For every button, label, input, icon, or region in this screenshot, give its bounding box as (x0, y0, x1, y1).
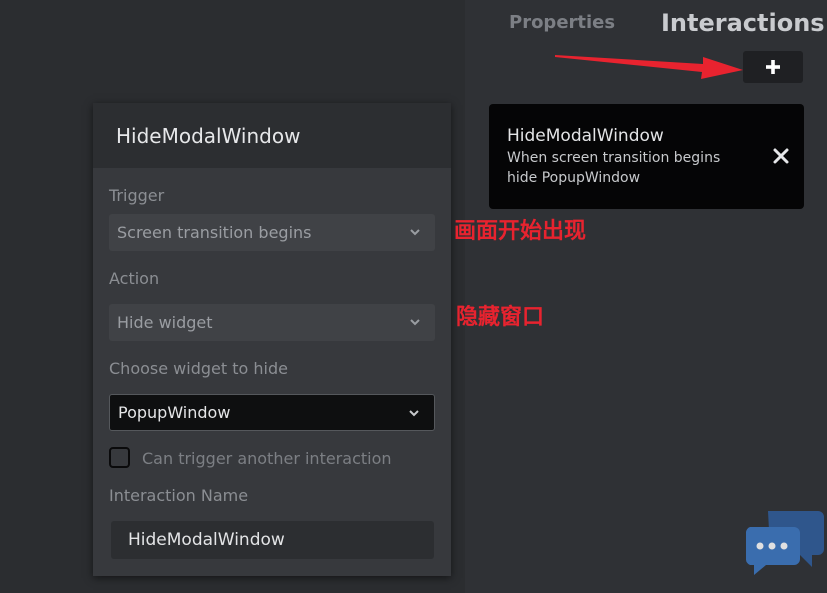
interaction-editor-panel: HideModalWindow Trigger Screen transitio… (93, 103, 451, 576)
plus-icon (766, 60, 780, 74)
tab-properties[interactable]: Properties (509, 12, 615, 33)
interaction-name-value: HideModalWindow (128, 530, 285, 550)
action-label: Action (109, 269, 160, 288)
tab-interactions[interactable]: Interactions (661, 9, 825, 37)
interaction-card-action: hide PopupWindow (507, 170, 641, 186)
interaction-card-title: HideModalWindow (507, 126, 664, 146)
interaction-name-input[interactable]: HideModalWindow (111, 521, 434, 559)
widget-select-value: PopupWindow (118, 403, 231, 422)
interaction-card[interactable]: HideModalWindow When screen transition b… (489, 104, 804, 209)
annotation-arrow (555, 55, 743, 79)
panel-title: HideModalWindow (116, 123, 301, 148)
trigger-label: Trigger (109, 186, 165, 205)
add-interaction-button[interactable] (743, 51, 803, 83)
chat-bubble-icon (746, 511, 824, 575)
action-select[interactable]: Hide widget (109, 304, 435, 341)
right-pane (465, 0, 827, 593)
close-icon[interactable] (772, 147, 790, 165)
annotation-action-note: 隐藏窗口 (456, 305, 545, 330)
chevron-down-icon (409, 410, 419, 417)
action-select-value: Hide widget (117, 313, 213, 332)
widget-label: Choose widget to hide (109, 359, 288, 378)
trigger-another-checkbox[interactable] (109, 447, 130, 468)
chevron-down-icon (410, 319, 420, 326)
annotation-trigger-note: 画面开始出现 (454, 219, 587, 244)
chevron-down-icon (410, 229, 420, 236)
trigger-select[interactable]: Screen transition begins (109, 214, 435, 251)
trigger-another-label: Can trigger another interaction (142, 449, 392, 468)
widget-select[interactable]: PopupWindow (109, 394, 435, 431)
panel-header: HideModalWindow (93, 103, 451, 168)
interaction-card-trigger: When screen transition begins (507, 150, 721, 166)
trigger-select-value: Screen transition begins (117, 223, 312, 242)
interaction-name-label: Interaction Name (109, 486, 249, 505)
